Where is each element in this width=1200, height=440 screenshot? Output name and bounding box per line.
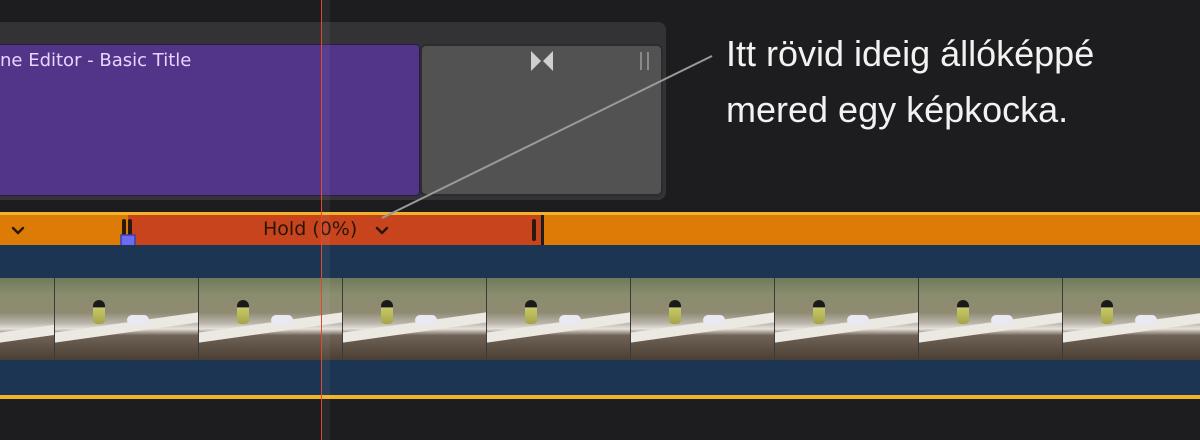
annotation-line-2: mered egy képkocka. [726, 89, 1069, 130]
annotation-text: Itt rövid ideig állóképpé mered egy képk… [726, 26, 1186, 138]
annotation-line-1: Itt rövid ideig állóképpé [726, 33, 1095, 74]
